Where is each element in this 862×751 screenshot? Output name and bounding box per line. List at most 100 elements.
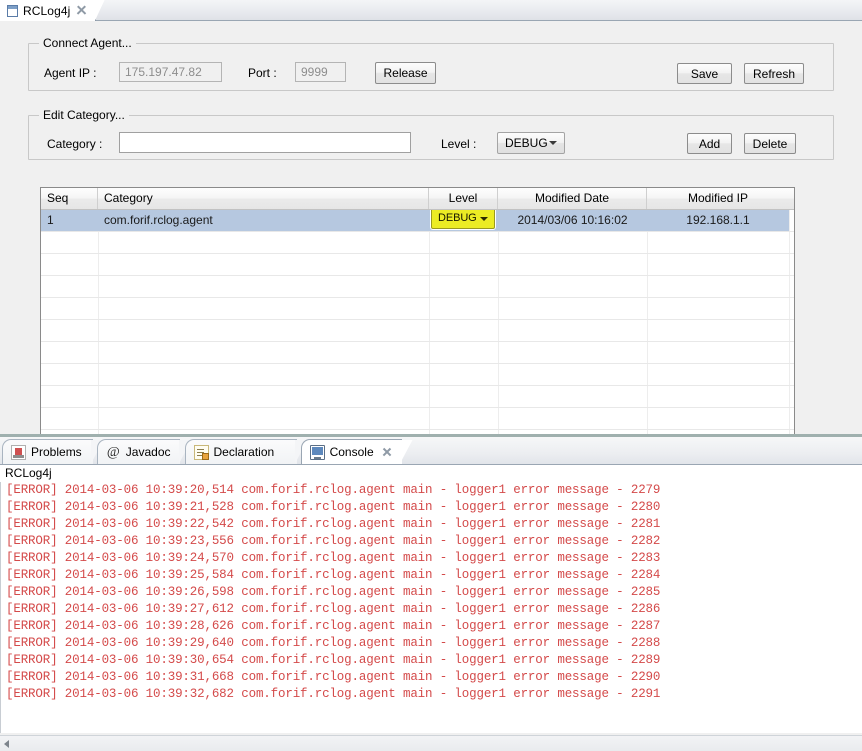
table-cell-empty [498,232,647,253]
table-row-empty[interactable] [41,298,794,320]
chevron-down-icon [480,217,488,221]
column-header-category[interactable]: Category [98,188,429,209]
table-cell-empty [647,386,789,407]
category-table[interactable]: Seq Category Level Modified Date Modifie… [40,187,795,452]
table-cell-empty [98,342,429,363]
table-row-empty[interactable] [41,320,794,342]
table-cell-empty [41,298,98,319]
console-log-line: [ERROR] 2014-03-06 10:39:27,612 com.fori… [6,602,661,616]
table-cell-empty [98,320,429,341]
table-row-empty[interactable] [41,364,794,386]
table-cell-empty [647,364,789,385]
table-cell-empty [41,364,98,385]
table-cell-empty [41,254,98,275]
column-header-level[interactable]: Level [429,188,498,209]
table-cell-empty [429,254,498,275]
editor-tab-rclog4j[interactable]: RCLog4j [0,0,107,21]
table-cell-empty [429,364,498,385]
chevron-down-icon [549,141,557,145]
close-icon[interactable] [76,5,87,16]
table-cell-empty [498,320,647,341]
console-log-line: [ERROR] 2014-03-06 10:39:25,584 com.fori… [6,568,661,582]
release-button[interactable]: Release [375,62,436,84]
table-row-empty[interactable] [41,408,794,430]
document-icon [7,4,18,17]
tab-problems[interactable]: Problems [2,439,93,464]
table-cell-empty [647,298,789,319]
table-body: 1 com.forif.rclog.agent DEBUG 2014/03/06 10… [41,210,794,451]
tab-javadoc[interactable]: @ Javadoc [96,439,181,464]
table-cell-empty [41,386,98,407]
table-cell-empty [498,364,647,385]
table-cell-modified-date[interactable]: 2014/03/06 10:16:02 [498,210,647,231]
horizontal-scrollbar[interactable] [0,735,862,751]
table-cell-empty [98,386,429,407]
level-combo[interactable]: DEBUG [497,132,565,154]
table-row-empty[interactable] [41,342,794,364]
tab-console[interactable]: Console [300,439,403,464]
table-cell-modified-ip[interactable]: 192.168.1.1 [647,210,789,231]
table-row-empty[interactable] [41,386,794,408]
column-header-seq[interactable]: Seq [41,188,98,209]
problems-icon [11,444,26,460]
level-combo-value: DEBUG [505,136,548,150]
table-cell-level[interactable]: DEBUG [429,210,498,231]
editor-body: Connect Agent... Agent IP : Port : Relea… [0,21,862,452]
save-button[interactable]: Save [677,63,732,84]
table-row-empty[interactable] [41,232,794,254]
category-label: Category : [47,137,103,151]
table-cell-empty [41,232,98,253]
console-log-line: [ERROR] 2014-03-06 10:39:23,556 com.fori… [6,534,661,548]
console-log-line: [ERROR] 2014-03-06 10:39:24,570 com.fori… [6,551,661,565]
delete-button[interactable]: Delete [744,133,796,154]
table-cell-empty [647,254,789,275]
javadoc-icon: @ [106,444,120,460]
tab-slant-edge [400,439,414,465]
console-log-line: [ERROR] 2014-03-06 10:39:20,514 com.fori… [6,483,661,497]
view-tab-strip: Problems @ Javadoc Declaration Console [0,437,862,465]
table-cell-empty [647,342,789,363]
table-cell-seq[interactable]: 1 [41,210,98,231]
table-cell-empty [41,342,98,363]
table-cell-empty [429,342,498,363]
console-name-label: RCLog4j [0,464,862,482]
table-cell-empty [41,276,98,297]
table-cell-empty [41,408,98,429]
agent-ip-label: Agent IP : [44,66,97,80]
declaration-icon [193,444,209,460]
table-cell-empty [498,408,647,429]
column-header-modified-date[interactable]: Modified Date [498,188,647,209]
tab-label: Declaration [213,445,275,459]
table-cell-empty [429,408,498,429]
table-cell-empty [429,276,498,297]
table-row-empty[interactable] [41,276,794,298]
close-icon[interactable] [382,447,392,457]
port-input[interactable] [295,62,346,82]
category-input[interactable] [119,132,411,153]
table-row-empty[interactable] [41,254,794,276]
table-cell-empty [498,386,647,407]
refresh-button[interactable]: Refresh [744,63,804,84]
column-header-modified-ip[interactable]: Modified IP [647,188,789,209]
table-row[interactable]: 1 com.forif.rclog.agent DEBUG 2014/03/06 10… [41,210,794,232]
table-cell-category[interactable]: com.forif.rclog.agent [98,210,429,231]
table-cell-empty [429,320,498,341]
tab-label: Console [329,445,374,459]
edit-category-group-title: Edit Category... [39,108,129,122]
console-output[interactable]: [ERROR] 2014-03-06 10:39:20,514 com.fori… [0,482,862,733]
table-cell-empty [429,298,498,319]
table-cell-empty [498,254,647,275]
agent-ip-input[interactable] [119,62,222,82]
table-cell-empty [41,320,98,341]
console-log-line: [ERROR] 2014-03-06 10:39:26,598 com.fori… [6,585,661,599]
connect-agent-group-title: Connect Agent... [39,36,136,50]
console-icon [309,444,325,460]
add-button[interactable]: Add [687,133,732,154]
scroll-left-icon[interactable] [4,740,9,748]
tab-declaration[interactable]: Declaration [184,439,297,464]
console-log-line: [ERROR] 2014-03-06 10:39:22,542 com.fori… [6,517,661,531]
rclog4j-form: Connect Agent... Agent IP : Port : Relea… [0,21,862,452]
table-cell-empty [98,232,429,253]
tab-slant-edge [94,0,107,21]
level-cell-editor[interactable]: DEBUG [431,210,495,229]
